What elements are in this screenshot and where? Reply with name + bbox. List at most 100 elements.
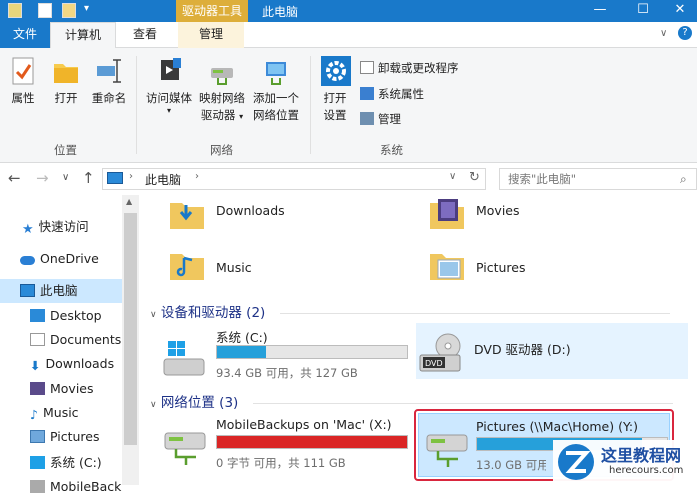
sidebar-item-downloads[interactable]: ⬇ Downloads: [30, 352, 114, 376]
address-bar[interactable]: › 此电脑 › ∨ ↻: [102, 168, 486, 190]
sidebar-item-label: 快速访问: [38, 219, 89, 234]
section-divider: [252, 402, 673, 404]
group-label-system: 系统: [380, 143, 403, 157]
tab-view[interactable]: 查看: [118, 22, 172, 48]
desktop-icon: [30, 309, 45, 322]
sidebar-item-music[interactable]: ♪ Music: [30, 401, 79, 425]
folder-movies[interactable]: Movies: [476, 203, 520, 218]
drive-x-tile[interactable]: MobileBackups on 'Mac' (X:) 0 字节 可用，共 11…: [160, 415, 410, 475]
breadcrumb-this-pc[interactable]: 此电脑: [145, 171, 181, 188]
drive-c-tile[interactable]: 系统 (C:) 93.4 GB 可用，共 127 GB: [160, 325, 410, 385]
ribbon: 属性 打开 重命名 位置 访问媒体 ▾ 映射网络 驱动器 ▾ 添加一个 网络位置: [0, 48, 697, 163]
chevron-down-icon: ∨: [150, 310, 157, 320]
open-button[interactable]: 打开: [48, 56, 84, 107]
section-header-network[interactable]: ∨ 网络位置 (3): [150, 391, 673, 411]
add-location-label-2: 网络位置: [253, 108, 299, 122]
search-input[interactable]: 搜索"此电脑": [499, 168, 697, 190]
breadcrumb-chevron-icon[interactable]: ›: [129, 171, 133, 182]
sidebar-item-this-pc[interactable]: 此电脑: [0, 279, 122, 303]
address-dropdown-icon[interactable]: ∨: [449, 171, 456, 182]
folder-pictures[interactable]: Pictures: [476, 260, 526, 275]
help-icon[interactable]: ?: [678, 26, 692, 40]
folder-downloads[interactable]: Downloads: [216, 203, 285, 218]
sidebar-item-label: MobileBackups on 'Mac' (X:): [50, 479, 122, 494]
navigation-pane: ★ 快速访问 OneDrive 此电脑 Desktop Documents ⬇ Do…: [0, 195, 140, 494]
folder-icon: [8, 3, 22, 18]
media-icon: [155, 56, 183, 86]
sidebar-item-documents[interactable]: Documents: [30, 328, 121, 352]
document-icon: [30, 333, 45, 346]
group-label-network: 网络: [210, 143, 233, 157]
chevron-down-icon: ▾: [166, 106, 171, 115]
sidebar-scrollbar[interactable]: ▲: [122, 195, 139, 485]
drive-y-name: Pictures (\\Mac\Home) (Y:): [476, 419, 639, 434]
windows-drive-icon: [163, 341, 205, 376]
system-properties-icon: [360, 87, 374, 100]
drive-x-name: MobileBackups on 'Mac' (X:): [216, 417, 392, 432]
system-properties-button[interactable]: 系统属性: [360, 86, 424, 102]
sidebar-item-label: Desktop: [50, 308, 102, 323]
access-media-label: 访问媒体: [146, 91, 192, 105]
watermark: 这里教程网 herecours.com: [553, 440, 697, 485]
gear-icon: [321, 56, 351, 86]
drive-c-free-space: 93.4 GB 可用，共 127 GB: [216, 366, 358, 380]
forward-arrow-icon[interactable]: →: [36, 169, 49, 187]
sidebar-item-drive-c[interactable]: 系统 (C:): [30, 451, 102, 475]
maximize-button[interactable]: ☐: [623, 0, 663, 22]
add-location-label-1: 添加一个: [253, 91, 299, 105]
properties-quick-icon[interactable]: [38, 3, 52, 18]
open-settings-button[interactable]: 打开 设置: [316, 56, 354, 124]
manage-label: 管理: [378, 112, 401, 126]
sidebar-item-pictures[interactable]: Pictures: [30, 425, 100, 449]
tab-computer[interactable]: 计算机: [50, 22, 116, 49]
properties-button[interactable]: 属性: [5, 56, 41, 107]
drive-d-tile[interactable]: DVD DVD 驱动器 (D:): [416, 323, 688, 379]
tab-file[interactable]: 文件: [0, 22, 50, 48]
breadcrumb-chevron-icon[interactable]: ›: [195, 171, 199, 182]
sidebar-item-drive-x[interactable]: MobileBackups on 'Mac' (X:): [30, 475, 122, 499]
open-settings-label-2: 设置: [323, 108, 347, 122]
recent-locations-chevron-icon[interactable]: ∨: [62, 169, 69, 187]
sidebar-item-desktop[interactable]: Desktop: [30, 304, 102, 328]
drive-d-name: DVD 驱动器 (D:): [474, 342, 571, 357]
uninstall-programs-button[interactable]: 卸载或更改程序: [360, 60, 459, 76]
section-header-devices[interactable]: ∨ 设备和驱动器 (2): [150, 301, 670, 321]
window-title: 此电脑: [262, 5, 299, 19]
back-arrow-icon[interactable]: ←: [8, 169, 21, 187]
map-network-drive-button[interactable]: 映射网络 驱动器 ▾: [196, 56, 248, 125]
quick-access-dropdown-icon[interactable]: ▾: [84, 3, 89, 14]
sidebar-item-onedrive[interactable]: OneDrive: [20, 247, 99, 271]
sidebar-item-label: 系统 (C:): [50, 455, 102, 470]
drive-x-usage-fill: [217, 436, 407, 448]
rename-icon: [95, 56, 123, 86]
sidebar-item-movies[interactable]: Movies: [30, 377, 94, 401]
section-title: 网络位置 (3): [160, 395, 239, 411]
sidebar-item-quick-access[interactable]: ★ 快速访问: [22, 215, 89, 239]
folder-music[interactable]: Music: [216, 260, 252, 275]
tab-manage[interactable]: 管理: [178, 22, 244, 48]
new-folder-quick-icon[interactable]: [62, 3, 76, 18]
sidebar-item-label: OneDrive: [40, 251, 99, 266]
drive-y-free-space: 13.0 GB 可用，共 ...: [476, 458, 546, 472]
map-drive-label-1: 映射网络: [199, 91, 245, 105]
navigation-bar: ← → ∨ ↑ › 此电脑 › ∨ ↻ 搜索"此电脑" ⌕: [0, 163, 697, 195]
scroll-up-icon[interactable]: ▲: [126, 197, 132, 206]
search-icon[interactable]: ⌕: [680, 172, 687, 187]
collapse-ribbon-icon[interactable]: ∨: [660, 28, 667, 39]
up-arrow-icon[interactable]: ↑: [82, 169, 95, 187]
add-network-location-button[interactable]: 添加一个 网络位置: [250, 56, 302, 124]
close-button[interactable]: ✕: [660, 0, 697, 22]
rename-button[interactable]: 重命名: [88, 56, 130, 107]
sidebar-item-label: Music: [42, 405, 79, 420]
drive-c-usage-fill: [217, 346, 267, 358]
sidebar-scrollbar-thumb[interactable]: [124, 213, 137, 445]
minimize-button[interactable]: —: [580, 0, 620, 22]
uninstall-icon: [360, 61, 374, 74]
drive-c-name: 系统 (C:): [216, 330, 268, 345]
open-folder-icon: [52, 56, 80, 86]
ribbon-tabs: 文件 计算机 查看 管理 ∨ ?: [0, 22, 697, 49]
refresh-icon[interactable]: ↻: [469, 170, 480, 185]
manage-button[interactable]: 管理: [360, 111, 401, 127]
title-bar: ▾ 驱动器工具 此电脑 — ☐ ✕: [0, 0, 697, 22]
access-media-button[interactable]: 访问媒体 ▾: [142, 56, 196, 115]
